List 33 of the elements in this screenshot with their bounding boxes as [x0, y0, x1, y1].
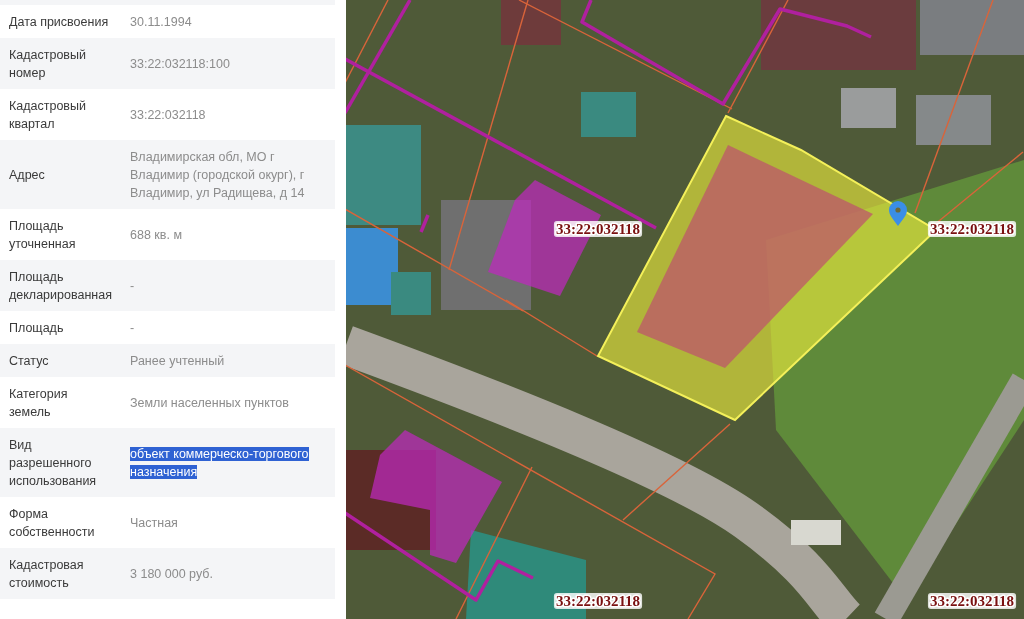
field-value: Частная [130, 514, 178, 532]
field-label: Кадастровый квартал [9, 97, 87, 133]
field-label: Дата присвоения [9, 13, 109, 31]
field-value: объект коммерческо-торгового назначения [130, 445, 310, 481]
field-label: Статус [9, 352, 49, 370]
parked-vehicle [791, 520, 841, 545]
cadastral-number-label: 33:22:032118 [553, 221, 643, 237]
field-value: 33:22:032118 [130, 106, 206, 124]
building-roof [501, 0, 561, 45]
location-pin-icon [889, 201, 907, 226]
field-label: Форма собственности [9, 505, 96, 541]
field-value: Ранее учтенный [130, 352, 225, 370]
cadastral-number-label: 33:22:032118 [553, 593, 643, 609]
field-label: Площадь уточненная [9, 217, 77, 253]
field-label: Площадь декларированная [9, 268, 112, 304]
field-label: Кадастровый номер [9, 46, 87, 82]
field-value: 3 180 000 руб. [130, 565, 213, 583]
field-label: Кадастровая стоимость [9, 556, 85, 592]
field-value: 688 кв. м [130, 226, 182, 244]
building-roof [841, 88, 896, 128]
field-value: 33:22:032118:100 [130, 55, 230, 73]
field-value: 30.11.1994 [130, 13, 192, 31]
field-value: Владимирская обл, МО г Владимир (городской окург), г Владимир, ул Радищева, д 14 [130, 148, 306, 202]
field-label: Категория земель [9, 385, 69, 421]
field-label: Вид разрешенного использования [9, 436, 98, 490]
field-label: Адрес [9, 166, 45, 184]
field-value: - [130, 277, 135, 295]
cadastral-number-label: 33:22:032118 [927, 221, 1017, 237]
building-roof [581, 92, 636, 137]
field-label: Площадь [9, 319, 64, 337]
field-value: Земли населенных пунктов [130, 394, 289, 412]
cadastral-number-label: 33:22:032118 [927, 593, 1017, 609]
field-value: - [130, 319, 135, 337]
